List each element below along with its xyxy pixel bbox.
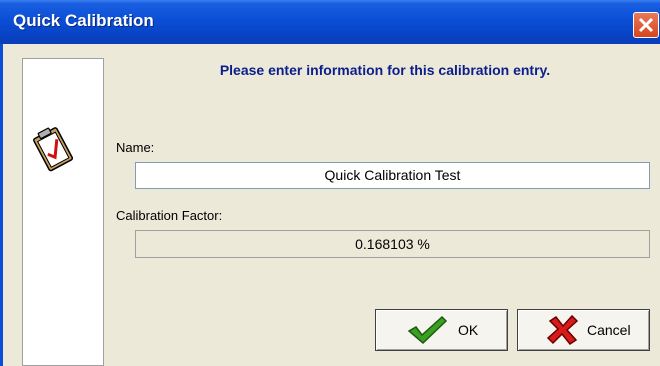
name-input[interactable]: Quick Calibration Test: [135, 162, 650, 189]
ok-button[interactable]: OK: [375, 309, 508, 351]
close-button[interactable]: [633, 12, 659, 38]
side-panel: [22, 58, 104, 366]
close-icon: [638, 17, 654, 33]
calibration-factor-field: 0.168103 %: [135, 230, 650, 258]
cancel-button-label: Cancel: [587, 322, 631, 338]
clipboard-check-icon: [33, 127, 74, 172]
green-check-icon: [407, 315, 448, 345]
window-border: [0, 44, 3, 366]
window-title: Quick Calibration: [13, 11, 154, 30]
calibration-factor-label: Calibration Factor:: [116, 208, 223, 223]
quick-calibration-dialog: Quick Calibration Please enter informati…: [0, 0, 660, 366]
title-bar[interactable]: Quick Calibration: [0, 0, 660, 44]
red-x-icon: [546, 315, 579, 345]
name-label: Name:: [116, 140, 155, 155]
ok-button-label: OK: [458, 322, 479, 338]
dialog-heading: Please enter information for this calibr…: [219, 62, 551, 78]
cancel-button[interactable]: Cancel: [517, 309, 650, 351]
